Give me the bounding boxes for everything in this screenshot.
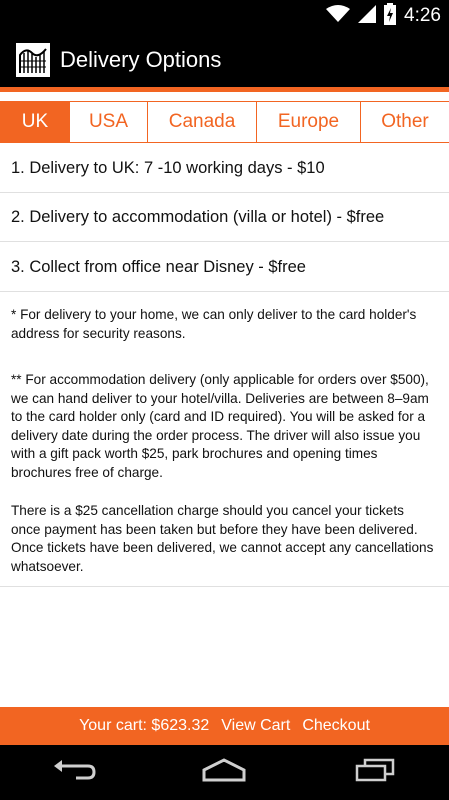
tab-usa[interactable]: USA xyxy=(70,101,148,143)
navigation-bar xyxy=(0,745,449,800)
cart-bar: Your cart: $623.32 View Cart Checkout xyxy=(0,707,449,745)
header-divider xyxy=(0,87,449,92)
recent-apps-icon[interactable] xyxy=(353,758,397,787)
region-tabs: UK USA Canada Europe Other xyxy=(0,101,449,143)
home-delivery-note: * For delivery to your home, we can only… xyxy=(11,307,417,341)
home-icon[interactable] xyxy=(200,758,248,787)
delivery-option-uk[interactable]: 1. Delivery to UK: 7 -10 working days - … xyxy=(0,144,449,193)
action-bar: Delivery Options xyxy=(0,32,449,87)
clock: 4:26 xyxy=(404,5,441,26)
cancellation-note: There is a $25 cancellation charge shoul… xyxy=(11,503,434,574)
delivery-option-accommodation[interactable]: 2. Delivery to accommodation (villa or h… xyxy=(0,193,449,242)
battery-charging-icon xyxy=(384,2,397,30)
view-cart-button[interactable]: View Cart xyxy=(221,717,290,735)
tab-uk[interactable]: UK xyxy=(0,101,70,143)
divider xyxy=(0,586,449,587)
back-icon[interactable] xyxy=(52,758,96,787)
page-title: Delivery Options xyxy=(60,46,222,72)
cart-total: Your cart: $623.32 xyxy=(79,717,210,734)
wifi-icon xyxy=(326,4,351,28)
rollercoaster-icon[interactable] xyxy=(16,42,50,77)
option-label: 2. Delivery to accommodation (villa or h… xyxy=(11,207,385,226)
delivery-option-collect[interactable]: 3. Collect from office near Disney - $fr… xyxy=(0,243,449,292)
tab-other[interactable]: Other xyxy=(361,101,449,143)
option-label: 3. Collect from office near Disney - $fr… xyxy=(11,257,306,276)
status-bar: 4:26 xyxy=(0,0,449,32)
option-label: 1. Delivery to UK: 7 -10 working days - … xyxy=(11,158,325,177)
status-icons: 4:26 xyxy=(326,0,441,32)
tab-europe[interactable]: Europe xyxy=(257,101,361,143)
cell-signal-icon xyxy=(358,4,377,28)
checkout-button[interactable]: Checkout xyxy=(302,717,370,735)
accommodation-delivery-note: ** For accommodation delivery (only appl… xyxy=(11,372,429,480)
tab-canada[interactable]: Canada xyxy=(148,101,257,143)
